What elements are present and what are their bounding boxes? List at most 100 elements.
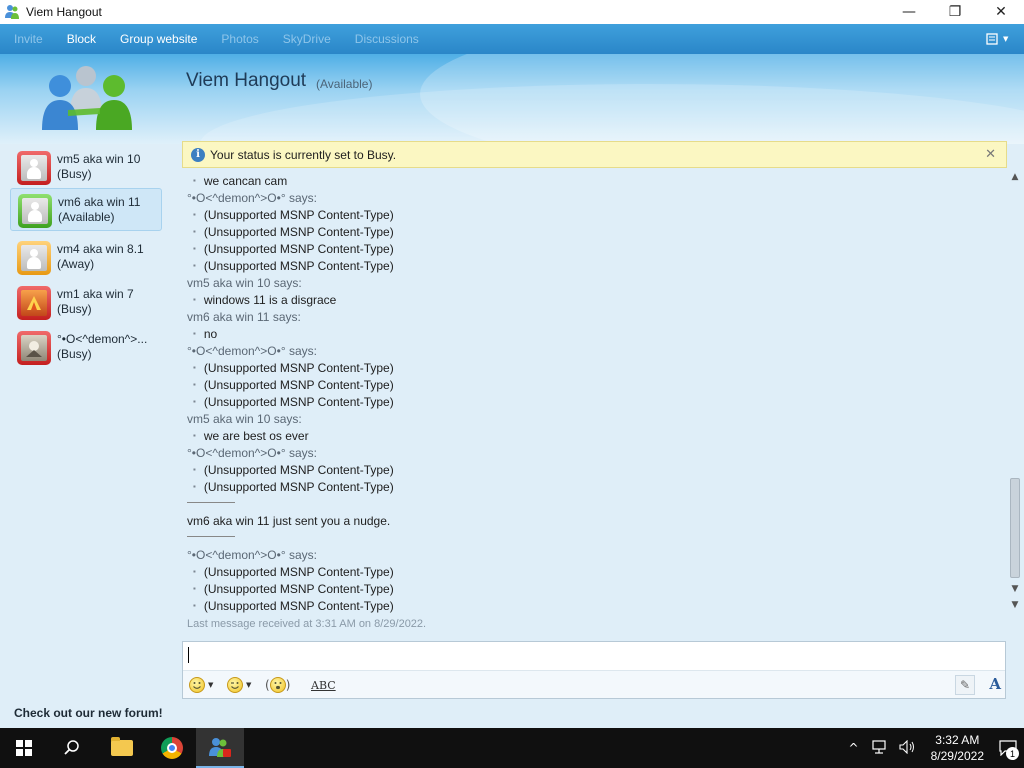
- status-notification-bar: i Your status is currently set to Busy. …: [182, 141, 1007, 168]
- contact-avatar: [17, 151, 51, 185]
- conversation-title: Viem Hangout: [186, 70, 307, 91]
- chrome-icon: [161, 737, 183, 759]
- contact-item[interactable]: °•Ο<^demon^>... (Busy): [10, 326, 162, 369]
- action-center-button[interactable]: 1: [992, 728, 1024, 768]
- message-line: (Unsupported MSNP Content-Type): [187, 224, 394, 242]
- contact-avatar: [17, 241, 51, 275]
- message-line: (Unsupported MSNP Content-Type): [187, 241, 394, 259]
- scroll-up-icon[interactable]: ▲: [1009, 172, 1021, 184]
- window-title: Viem Hangout: [26, 5, 102, 19]
- contact-name: vm5 aka win 10: [57, 152, 141, 166]
- network-icon[interactable]: [871, 739, 887, 757]
- clock-time: 3:32 AM: [935, 733, 980, 747]
- clock-date: 8/29/2022: [930, 749, 984, 763]
- contact-item[interactable]: vm1 aka win 7 (Busy): [10, 281, 162, 324]
- emoticon-button[interactable]: ▼: [189, 676, 213, 694]
- header-banner: [0, 54, 1024, 144]
- spellcheck-button[interactable]: ABC: [311, 676, 336, 694]
- smiley-icon: [189, 677, 205, 693]
- input-toolbar: ▼ ▼ ( ) ABC ✎ A: [183, 670, 1005, 698]
- dismiss-notification-icon[interactable]: ✕: [985, 147, 996, 162]
- menu-bar: Invite Block Group website Photos SkyDri…: [0, 24, 1024, 54]
- contact-status: (Busy): [57, 302, 92, 316]
- scroll-end-icon[interactable]: ▼: [1009, 600, 1021, 612]
- message-line: (Unsupported MSNP Content-Type): [187, 581, 394, 599]
- nudge-button[interactable]: ( ): [265, 676, 290, 694]
- last-message-time: Last message received at 3:31 AM on 8/29…: [187, 618, 427, 630]
- menu-photos[interactable]: Photos: [221, 32, 258, 46]
- contact-avatar: [17, 331, 51, 365]
- system-tray: ^ 3:32 AM 8/29/2022 1: [843, 728, 1024, 768]
- contact-status: (Busy): [57, 167, 92, 181]
- contact-avatar: [18, 194, 52, 228]
- contact-status: (Available): [58, 210, 115, 224]
- spellcheck-icon: ABC: [311, 678, 336, 692]
- contact-item[interactable]: vm6 aka win 11 (Available): [10, 188, 162, 231]
- messenger-taskbar-button[interactable]: [196, 728, 244, 768]
- taskbar: ^ 3:32 AM 8/29/2022 1: [0, 728, 1024, 768]
- group-people-icon: [38, 64, 134, 134]
- divider: [187, 536, 235, 537]
- message-line: (Unsupported MSNP Content-Type): [187, 598, 394, 616]
- contact-status: (Away): [57, 257, 95, 271]
- sender-line: °•Ο<^demon^>Ο•° says:: [187, 446, 317, 460]
- font-button[interactable]: A: [989, 675, 1001, 693]
- sender-line: vm5 aka win 10 says:: [187, 412, 302, 426]
- menu-block[interactable]: Block: [67, 32, 96, 46]
- sender-line: °•Ο<^demon^>Ο•° says:: [187, 548, 317, 562]
- contact-item[interactable]: vm4 aka win 8.1 (Away): [10, 236, 162, 279]
- scroll-down-icon[interactable]: ▼: [1009, 584, 1021, 596]
- message-line: (Unsupported MSNP Content-Type): [187, 394, 394, 412]
- folder-icon: [111, 737, 133, 756]
- menu-group-website[interactable]: Group website: [120, 32, 197, 46]
- transcript-scrollbar[interactable]: ▲ ▼ ▼: [1007, 172, 1023, 614]
- options-menu-icon[interactable]: ▼: [986, 30, 1012, 48]
- menu-discussions[interactable]: Discussions: [355, 32, 419, 46]
- contact-status: (Busy): [57, 347, 92, 361]
- sender-line: °•Ο<^demon^>Ο•° says:: [187, 191, 317, 205]
- maximize-button[interactable]: ❐: [932, 0, 978, 24]
- handwriting-icon[interactable]: ✎: [955, 675, 975, 695]
- volume-icon[interactable]: [899, 739, 917, 757]
- wink-button[interactable]: ▼: [227, 676, 251, 694]
- search-button[interactable]: [48, 728, 96, 768]
- sender-line: vm5 aka win 10 says:: [187, 276, 302, 290]
- scroll-thumb[interactable]: [1010, 478, 1020, 578]
- notification-count: 1: [1006, 747, 1019, 760]
- title-bar: Viem Hangout — ❐ ✕: [0, 0, 1024, 24]
- sender-line: vm6 aka win 11 says:: [187, 310, 301, 324]
- menu-invite[interactable]: Invite: [14, 32, 43, 46]
- close-button[interactable]: ✕: [978, 0, 1024, 24]
- contact-item[interactable]: vm5 aka win 10 (Busy): [10, 146, 162, 189]
- contact-name: °•Ο<^demon^>...: [57, 332, 148, 346]
- message-line: no: [187, 326, 217, 344]
- message-line: (Unsupported MSNP Content-Type): [187, 207, 394, 225]
- info-icon: i: [191, 147, 205, 162]
- windows-logo-icon: [16, 740, 32, 756]
- contact-sidebar: vm5 aka win 10 (Busy) vm6 aka win 11 (Av…: [0, 140, 170, 700]
- contact-avatar: [17, 286, 51, 320]
- file-explorer-button[interactable]: [98, 728, 146, 768]
- contact-name: vm4 aka win 8.1: [57, 242, 144, 256]
- message-line: we cancan cam: [187, 173, 287, 191]
- notification-text: Your status is currently set to Busy.: [210, 147, 397, 162]
- conversation-status: (Available): [316, 77, 373, 91]
- forum-link[interactable]: Check out our new forum!: [14, 706, 163, 720]
- message-input-area[interactable]: ▼ ▼ ( ) ABC ✎ A: [182, 641, 1006, 699]
- menu-skydrive[interactable]: SkyDrive: [283, 32, 331, 46]
- nudge-icon: [269, 677, 286, 693]
- wink-icon: [227, 677, 243, 693]
- chrome-button[interactable]: [148, 728, 196, 768]
- tray-chevron-icon[interactable]: ^: [849, 741, 859, 755]
- conversation-transcript: we cancan cam °•Ο<^demon^>Ο•° says: (Uns…: [182, 172, 1004, 636]
- message-line: (Unsupported MSNP Content-Type): [187, 258, 394, 276]
- sender-line: °•Ο<^demon^>Ο•° says:: [187, 344, 317, 358]
- search-icon: [64, 740, 79, 755]
- messenger-app-icon: [4, 4, 20, 20]
- message-input[interactable]: [188, 647, 189, 663]
- divider: [187, 502, 235, 503]
- taskbar-clock[interactable]: 3:32 AM 8/29/2022: [931, 732, 984, 764]
- minimize-button[interactable]: —: [886, 0, 932, 24]
- contact-name: vm6 aka win 11: [58, 195, 141, 209]
- start-button[interactable]: [0, 728, 48, 768]
